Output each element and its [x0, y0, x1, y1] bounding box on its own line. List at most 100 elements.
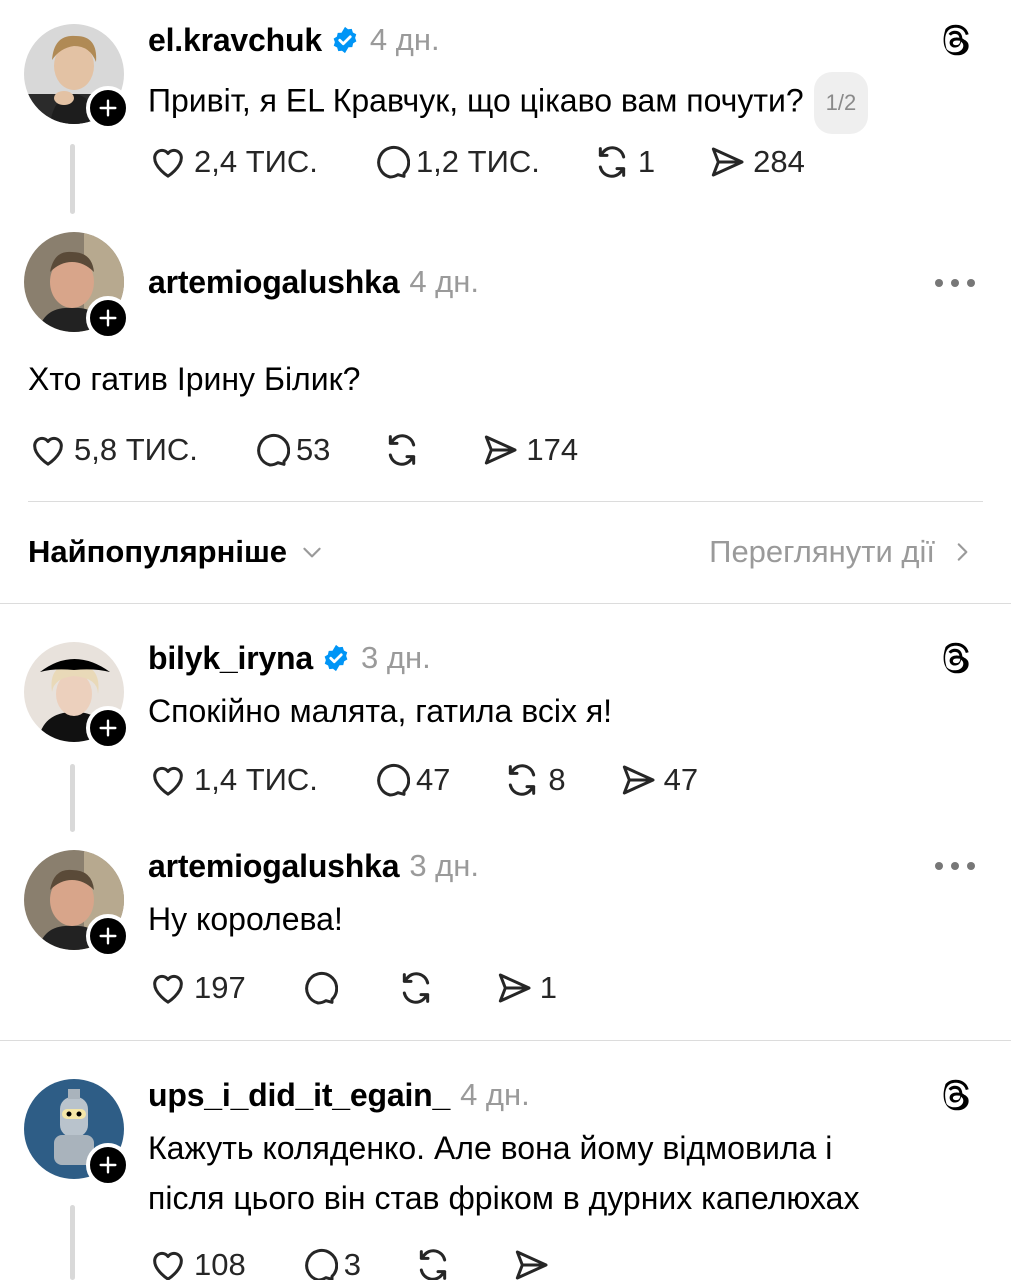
share-count: 284 [753, 144, 805, 179]
reply-ups-i-did-it-egain: ups_i_did_it_egain_ 4 дн. Кажуть коляден… [0, 1041, 1011, 1280]
post-header: ups_i_did_it_egain_ 4 дн. [148, 1073, 530, 1117]
heart-icon [153, 148, 183, 178]
post-text: Кажуть коляденко. Але вона йому відмовил… [148, 1123, 859, 1223]
reply-bilyk-iryna: bilyk_iryna 3 дн. Спокійно малята, гатил… [0, 604, 1011, 834]
plus-icon [99, 1156, 117, 1174]
post-actions: 108 3 [148, 1243, 557, 1280]
post-artemiogalushka: artemiogalushka 4 дн. Хто гатив Ірину Бі… [0, 220, 1011, 502]
reply-button[interactable]: 3 [298, 1245, 361, 1280]
share-button[interactable]: 1 [494, 968, 557, 1008]
share-button[interactable]: 174 [480, 430, 578, 470]
username[interactable]: ups_i_did_it_egain_ [148, 1077, 450, 1114]
post-time: 4 дн. [460, 1077, 530, 1112]
threads-logo-icon[interactable] [937, 1077, 973, 1113]
share-count: 174 [526, 432, 579, 467]
thread-line [70, 764, 75, 832]
share-button[interactable]: 47 [618, 760, 698, 800]
post-header: artemiogalushka 3 дн. [148, 844, 479, 888]
reply-count: 1,2 ТИС. [415, 144, 540, 179]
post-text-content: Привіт, я EL Кравчук, що цікаво вам почу… [148, 82, 804, 119]
repost-button[interactable]: 8 [502, 760, 566, 800]
reply-button[interactable] [298, 968, 344, 1008]
plus-icon [99, 927, 117, 945]
view-activity-link[interactable]: Переглянути дії [709, 530, 975, 574]
reply-count: 53 [295, 432, 331, 467]
like-button[interactable]: 1,4 ТИС. [148, 760, 318, 800]
like-button[interactable]: 2,4 ТИС. [148, 142, 318, 182]
post-actions: 197 1 [148, 966, 557, 1010]
share-button[interactable]: 284 [707, 142, 805, 182]
chevron-down-icon [303, 547, 321, 558]
repost-count: 8 [548, 762, 566, 797]
share-count: 1 [539, 970, 557, 1005]
follow-button[interactable] [86, 706, 130, 750]
reply-icon [377, 145, 410, 179]
reply-icon [304, 1248, 338, 1280]
reply-button[interactable]: 47 [370, 760, 450, 800]
page-indicator: 1/2 [813, 72, 869, 134]
chevron-right-icon [957, 543, 968, 561]
repost-icon [598, 146, 626, 178]
heart-icon [33, 436, 63, 466]
follow-button[interactable] [86, 86, 130, 130]
follow-button[interactable] [86, 296, 130, 340]
threads-logo-icon[interactable] [937, 22, 973, 58]
repost-icon [419, 1249, 447, 1280]
verified-badge-icon [324, 644, 348, 672]
repost-count: 1 [637, 144, 656, 179]
plus-icon [99, 719, 117, 737]
plus-icon [99, 309, 117, 327]
username[interactable]: el.kravchuk [148, 22, 322, 59]
share-button[interactable] [511, 1245, 557, 1280]
post-actions: 5,8 ТИС. 53 174 [28, 428, 578, 472]
post-actions: 2,4 ТИС. 1,2 ТИС. 1 284 [148, 140, 805, 184]
like-count: 108 [194, 1247, 246, 1280]
post-text: Ну королева! [148, 901, 343, 937]
post-actions: 1,4 ТИС. 47 8 47 [148, 758, 698, 802]
repost-button[interactable]: 1 [592, 142, 655, 182]
repost-button[interactable] [413, 1245, 459, 1280]
more-icon[interactable] [935, 277, 975, 289]
send-icon [485, 435, 517, 465]
send-icon [622, 765, 655, 795]
reply-count: 3 [343, 1247, 361, 1280]
reply-artemiogalushka: artemiogalushka 3 дн. Ну королева! 197 1 [0, 834, 1011, 1040]
post-text: Хто гатив Ірину Білик? [28, 361, 361, 397]
like-button[interactable]: 197 [148, 968, 246, 1008]
repost-icon [509, 764, 536, 796]
post-header: el.kravchuk 4 дн. [148, 18, 440, 62]
follow-button[interactable] [86, 914, 130, 958]
follow-button[interactable] [86, 1143, 130, 1187]
verified-badge-icon [333, 26, 357, 54]
thread-line [70, 144, 75, 214]
post-header: artemiogalushka 4 дн. [148, 260, 479, 304]
like-button[interactable]: 5,8 ТИС. [28, 430, 198, 470]
plus-icon [99, 99, 117, 117]
like-count: 1,4 ТИС. [194, 762, 318, 797]
post-header: bilyk_iryna 3 дн. [148, 636, 431, 680]
reply-count: 47 [415, 762, 451, 797]
post-text: Привіт, я EL Кравчук, що цікаво вам почу… [148, 72, 869, 134]
send-icon [515, 1250, 548, 1280]
more-icon[interactable] [935, 860, 975, 872]
post-time: 4 дн. [369, 22, 440, 57]
reply-icon [257, 433, 290, 467]
username[interactable]: artemiogalushka [148, 264, 400, 301]
username[interactable]: artemiogalushka [148, 848, 400, 885]
share-count: 47 [663, 762, 699, 797]
post-time: 4 дн. [409, 264, 480, 299]
repost-button[interactable] [382, 430, 428, 470]
heart-icon [153, 1251, 183, 1280]
sort-dropdown[interactable]: Найпопулярніше [28, 530, 325, 574]
reply-icon [304, 971, 338, 1005]
repost-icon [389, 434, 416, 466]
divider [28, 501, 983, 502]
reply-button[interactable]: 53 [250, 430, 330, 470]
threads-logo-icon[interactable] [937, 640, 973, 676]
post-time: 3 дн. [409, 848, 480, 883]
username[interactable]: bilyk_iryna [148, 640, 313, 677]
reply-button[interactable]: 1,2 ТИС. [370, 142, 540, 182]
repost-button[interactable] [396, 968, 442, 1008]
like-button[interactable]: 108 [148, 1245, 246, 1280]
thread-line [70, 1205, 75, 1280]
